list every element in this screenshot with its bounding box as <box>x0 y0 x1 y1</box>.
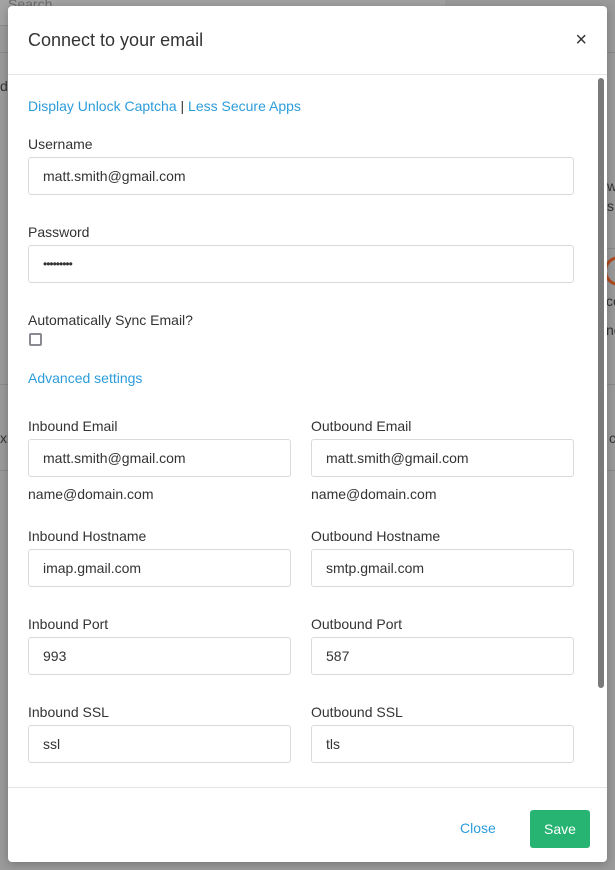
background-text-fragment: s <box>607 198 614 214</box>
outbound-port-label: Outbound Port <box>311 616 403 632</box>
inbound-ssl-input[interactable]: ssl <box>28 725 291 763</box>
inbound-hostname-label: Inbound Hostname <box>28 528 147 544</box>
advanced-settings-link[interactable]: Advanced settings <box>28 370 142 386</box>
modal-scrollbar[interactable] <box>598 78 604 688</box>
outbound-hostname-input[interactable]: smtp.gmail.com <box>311 549 574 587</box>
inbound-port-label: Inbound Port <box>28 616 109 632</box>
username-input[interactable]: matt.smith@gmail.com <box>28 157 574 195</box>
inbound-ssl-label: Inbound SSL <box>28 704 109 720</box>
inbound-email-input[interactable]: matt.smith@gmail.com <box>28 439 291 477</box>
inbound-email-help: name@domain.com <box>28 486 154 502</box>
save-button[interactable]: Save <box>530 810 590 848</box>
password-input[interactable]: ••••••••• <box>28 245 574 283</box>
modal-footer: Close Save <box>8 787 607 862</box>
modal-header: Connect to your email × <box>8 6 607 75</box>
auto-sync-label: Automatically Sync Email? <box>28 312 193 328</box>
username-label: Username <box>28 136 93 152</box>
outbound-email-help: name@domain.com <box>311 486 437 502</box>
background-text-fragment: nc <box>606 322 615 338</box>
inbound-port-input[interactable]: 993 <box>28 637 291 675</box>
outbound-port-input[interactable]: 587 <box>311 637 574 675</box>
outbound-email-label: Outbound Email <box>311 418 412 434</box>
background-text-fragment: d <box>0 78 8 94</box>
inbound-email-label: Inbound Email <box>28 418 118 434</box>
modal-title: Connect to your email <box>28 30 204 50</box>
modal-body: Display Unlock Captcha | Less Secure App… <box>8 76 607 787</box>
auto-sync-checkbox[interactable] <box>29 333 42 346</box>
connect-email-modal: Connect to your email × Display Unlock C… <box>8 6 607 862</box>
link-separator: | <box>180 98 185 114</box>
inbound-hostname-input[interactable]: imap.gmail.com <box>28 549 291 587</box>
outbound-hostname-label: Outbound Hostname <box>311 528 441 544</box>
less-secure-apps-link[interactable]: Less Secure Apps <box>188 98 301 114</box>
outbound-ssl-input[interactable]: tls <box>311 725 574 763</box>
close-icon[interactable]: × <box>575 30 587 50</box>
password-label: Password <box>28 224 90 240</box>
help-links: Display Unlock Captcha | Less Secure App… <box>28 98 301 114</box>
display-unlock-captcha-link[interactable]: Display Unlock Captcha <box>28 98 177 114</box>
close-button[interactable]: Close <box>460 820 496 836</box>
outbound-ssl-label: Outbound SSL <box>311 704 403 720</box>
background-text-fragment: ce <box>606 293 615 309</box>
background-text-fragment: c <box>609 430 615 446</box>
background-text-fragment: w <box>607 178 615 194</box>
outbound-email-input[interactable]: matt.smith@gmail.com <box>311 439 574 477</box>
